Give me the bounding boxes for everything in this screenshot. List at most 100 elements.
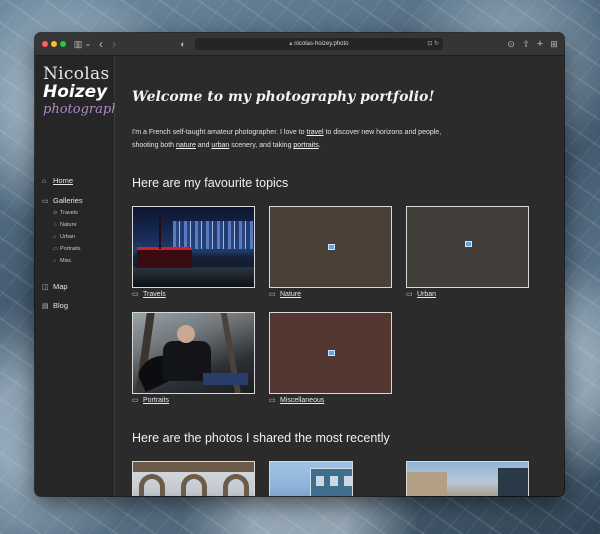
- intro-text-1: I'm a French self-taught amateur photogr…: [132, 129, 307, 136]
- nav-gallery-portraits[interactable]: ▭ Portraits: [53, 246, 80, 252]
- folder-icon: ▭: [269, 291, 276, 298]
- topic-caption-urban[interactable]: ▭ Urban: [406, 290, 436, 298]
- topic-card-travels[interactable]: [132, 206, 255, 288]
- topic-caption-nature[interactable]: ▭ Nature: [269, 290, 301, 298]
- nav-blog-label: Blog: [53, 301, 69, 310]
- blog-icon: ▤: [42, 303, 49, 310]
- window: [344, 476, 352, 486]
- nav-home-label: Home: [53, 176, 74, 185]
- page-actions-icon[interactable]: ⊡ ↻: [427, 38, 439, 50]
- window: [330, 476, 338, 486]
- topic-label-miscellaneous: Miscellaneous: [280, 397, 325, 404]
- harbour-water: [133, 267, 254, 287]
- folder-icon: ▭: [42, 198, 49, 205]
- sidebar-toggle-icon[interactable]: ▥: [73, 37, 83, 51]
- nav-gallery-urban[interactable]: ⌂ Urban: [53, 234, 75, 240]
- site-logo[interactable]: Nicolas Hoizey photography: [43, 64, 127, 118]
- arch: [181, 474, 207, 496]
- share-icon[interactable]: ⇧: [521, 37, 531, 51]
- home-icon: ⌂: [42, 178, 47, 185]
- image-placeholder-icon: [327, 244, 335, 250]
- new-tab-button[interactable]: +: [535, 37, 545, 51]
- lock-icon: 🔒︎: [289, 41, 293, 47]
- nav-galleries[interactable]: ▭ Galleries: [42, 196, 83, 205]
- folder-icon: ▭: [269, 397, 276, 404]
- folder-icon: ▭: [406, 291, 413, 298]
- logo-first-name: Nicolas: [43, 64, 110, 84]
- topic-label-urban: Urban: [417, 291, 437, 298]
- nav-home[interactable]: ⌂ Home: [42, 176, 73, 185]
- topic-caption-miscellaneous[interactable]: ▭ Miscellaneous: [269, 396, 324, 404]
- back-button[interactable]: ‹: [96, 37, 106, 51]
- nav-map[interactable]: ◫ Map: [42, 282, 68, 291]
- nav-gallery-nature[interactable]: ♧ Nature: [53, 222, 77, 228]
- street-building: [498, 468, 528, 496]
- privacy-shield-icon[interactable]: ◐: [178, 37, 188, 51]
- topic-card-miscellaneous[interactable]: [269, 312, 392, 394]
- close-window-button[interactable]: [42, 41, 48, 47]
- browser-toolbar: ▥ ⌄ ‹ › ◐ 🔒︎ nicolas-hoizey.photo ⊡ ↻ ⊙ ⇧…: [35, 33, 564, 56]
- city-skyline: [173, 221, 253, 249]
- recent-heading: Here are the photos I shared the most re…: [132, 431, 390, 445]
- nav-gallery-portraits-label: Portraits: [60, 246, 81, 252]
- street-building: [407, 472, 447, 496]
- topics-heading: Here are my favourite topics: [132, 176, 289, 190]
- person-face: [177, 325, 195, 343]
- nav-gallery-misc[interactable]: ○ Misc.: [53, 258, 73, 264]
- tree-icon: ♧: [53, 222, 58, 228]
- compass-icon: ⊙: [53, 210, 58, 216]
- logo-subtitle: photography: [43, 102, 127, 117]
- link-portraits[interactable]: portraits: [293, 142, 318, 149]
- topic-card-nature[interactable]: [269, 206, 392, 288]
- forward-button[interactable]: ›: [109, 37, 119, 51]
- link-nature[interactable]: nature: [176, 142, 196, 149]
- intro-paragraph: I'm a French self-taught amateur photogr…: [132, 126, 462, 152]
- recent-photo[interactable]: [269, 461, 353, 496]
- topic-card-portraits[interactable]: [132, 312, 255, 394]
- arch-beam: [133, 462, 254, 472]
- person-legs: [203, 373, 248, 385]
- boat-mast: [159, 217, 161, 249]
- topic-caption-portraits[interactable]: ▭ Portraits: [132, 396, 169, 404]
- image-placeholder-icon: [327, 350, 335, 356]
- main-content: Welcome to my photography portfolio! I'm…: [115, 56, 564, 496]
- address-bar[interactable]: 🔒︎ nicolas-hoizey.photo ⊡ ↻: [195, 38, 443, 50]
- nav-galleries-label: Galleries: [53, 196, 83, 205]
- tab-overview-icon[interactable]: ⊞: [549, 37, 559, 51]
- folder-icon: ▭: [132, 291, 139, 298]
- topic-card-urban[interactable]: [406, 206, 529, 288]
- nav-gallery-travels[interactable]: ⊙ Travels: [53, 210, 78, 216]
- url-text: nicolas-hoizey.photo: [294, 41, 349, 47]
- zoom-window-button[interactable]: [60, 41, 66, 47]
- recent-photo[interactable]: [132, 461, 255, 496]
- topic-label-nature: Nature: [280, 291, 302, 298]
- portrait-icon: ▭: [53, 246, 58, 252]
- recent-photo[interactable]: [406, 461, 529, 496]
- topic-caption-travels[interactable]: ▭ Travels: [132, 290, 166, 298]
- nav-gallery-urban-label: Urban: [60, 234, 75, 240]
- minimize-window-button[interactable]: [51, 41, 57, 47]
- window: [316, 476, 324, 486]
- site-sidebar: Nicolas Hoizey photography ⌂ Home ▭ Galler…: [35, 56, 127, 496]
- intro-text-3: and: [195, 142, 212, 149]
- topic-label-travels: Travels: [143, 291, 166, 298]
- circle-icon: ○: [53, 258, 57, 264]
- logo-last-name: Hoizey: [43, 82, 108, 102]
- browser-window: ▥ ⌄ ‹ › ◐ 🔒︎ nicolas-hoizey.photo ⊡ ↻ ⊙ ⇧…: [35, 33, 564, 496]
- page-title: Welcome to my photography portfolio!: [132, 89, 435, 105]
- arch: [223, 474, 249, 496]
- link-travel[interactable]: travel: [307, 129, 324, 136]
- junk-boat: [137, 247, 192, 268]
- intro-text-5: .: [318, 142, 321, 149]
- building-icon: ⌂: [53, 234, 57, 240]
- nav-blog[interactable]: ▤ Blog: [42, 301, 68, 310]
- nav-gallery-travels-label: Travels: [60, 210, 78, 216]
- intro-text-4: scenery, and taking: [229, 142, 294, 149]
- downloads-icon[interactable]: ⊙: [506, 37, 516, 51]
- map-icon: ◫: [42, 284, 49, 291]
- arch: [139, 474, 165, 496]
- chevron-down-icon[interactable]: ⌄: [84, 37, 92, 51]
- topic-label-portraits: Portraits: [143, 397, 170, 404]
- nav-map-label: Map: [53, 282, 68, 291]
- link-urban[interactable]: urban: [211, 142, 229, 149]
